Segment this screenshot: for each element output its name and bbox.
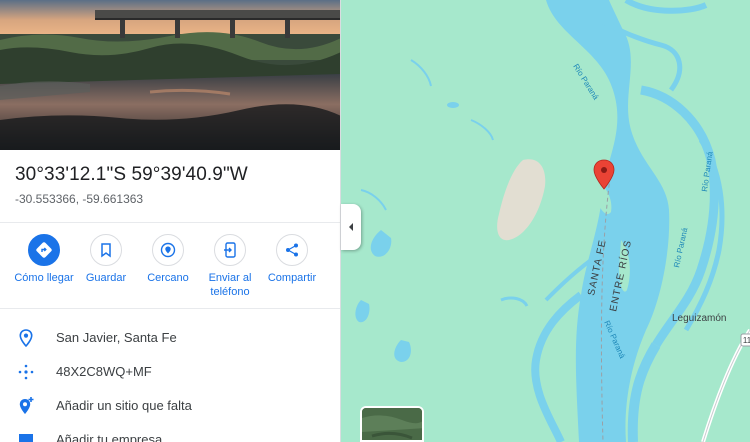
plus-code-row[interactable]: 48X2C8WQ+MF xyxy=(0,356,340,388)
address-text: San Javier, Santa Fe xyxy=(56,330,177,345)
place-panel: 30°33'12.1"S 59°39'40.9"W -30.553366, -5… xyxy=(0,0,341,442)
location-pin-icon xyxy=(19,329,33,348)
business-icon xyxy=(19,434,33,442)
layers-thumbnail[interactable] xyxy=(360,406,424,442)
bookmark-icon xyxy=(90,234,122,266)
place-photo[interactable] xyxy=(0,0,340,150)
add-business-text: Añadir tu empresa xyxy=(56,432,163,442)
save-button[interactable]: Guardar xyxy=(75,234,137,285)
nearby-icon xyxy=(152,234,184,266)
plus-code-icon xyxy=(18,364,34,380)
add-place-icon xyxy=(19,397,34,414)
plus-code-text: 48X2C8WQ+MF xyxy=(56,364,152,379)
share-button[interactable]: Compartir xyxy=(261,234,323,285)
nearby-label: Cercano xyxy=(147,272,189,284)
send-to-phone-label: Enviar al teléfono xyxy=(208,272,252,298)
send-to-phone-button[interactable]: Enviar al teléfono xyxy=(199,234,261,299)
town-label: Leguizamón xyxy=(672,313,726,324)
action-bar: Cómo llegar Guardar Cercano Enviar al te… xyxy=(6,234,336,304)
share-icon xyxy=(276,234,308,266)
directions-icon xyxy=(28,234,60,266)
map-canvas[interactable]: 11 Río Paraná Río Paraná Río Paraná Río … xyxy=(341,0,750,442)
divider xyxy=(0,222,340,223)
add-place-row[interactable]: Añadir un sitio que falta xyxy=(0,390,340,422)
nearby-button[interactable]: Cercano xyxy=(137,234,199,285)
chevron-left-icon xyxy=(349,223,353,231)
directions-label: Cómo llegar xyxy=(14,272,74,284)
address-row[interactable]: San Javier, Santa Fe xyxy=(0,322,340,354)
add-business-row[interactable]: Añadir tu empresa xyxy=(0,424,340,442)
satellite-preview-icon xyxy=(362,408,422,440)
divider xyxy=(0,308,340,309)
send-to-phone-icon xyxy=(214,234,246,266)
road-shield-label: 11 xyxy=(743,336,750,345)
add-place-text: Añadir un sitio que falta xyxy=(56,398,192,413)
coordinates-title: 30°33'12.1"S 59°39'40.9"W xyxy=(15,164,248,185)
share-label: Compartir xyxy=(267,272,317,284)
directions-button[interactable]: Cómo llegar xyxy=(13,234,75,285)
decimal-coordinates[interactable]: -30.553366, -59.661363 xyxy=(15,192,143,206)
save-label: Guardar xyxy=(85,272,127,284)
collapse-panel-button[interactable] xyxy=(341,204,361,250)
